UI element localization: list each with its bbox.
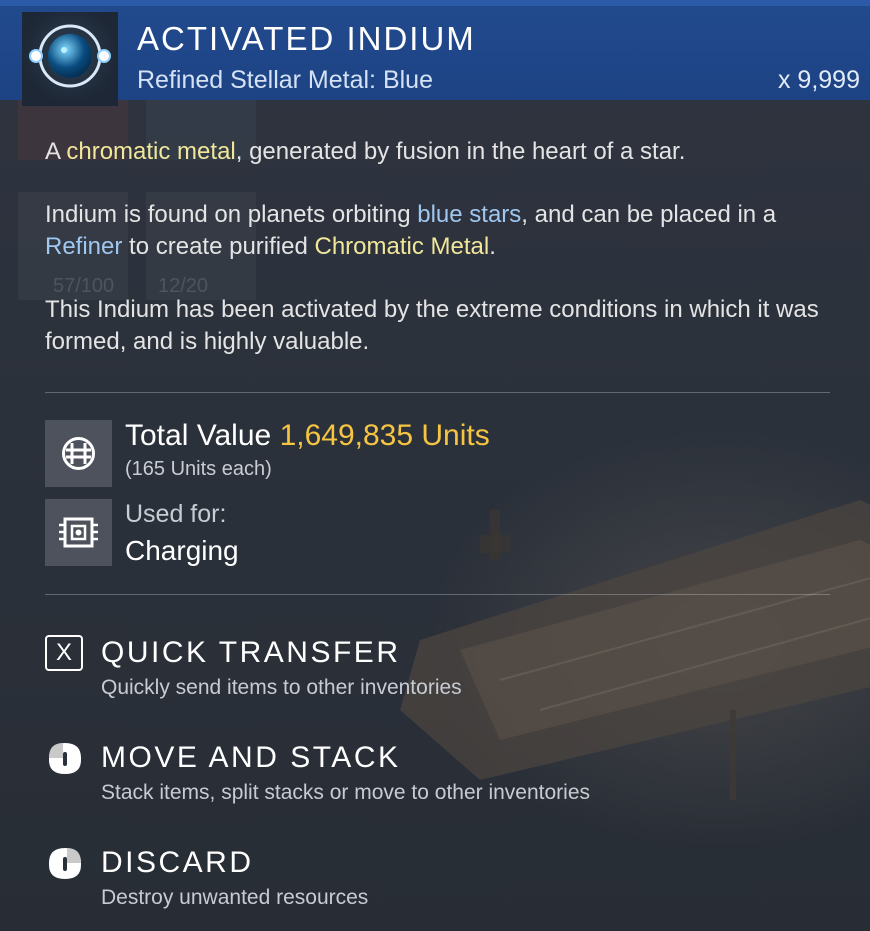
used-for-label: Used for: xyxy=(125,500,227,528)
description-line-3: This Indium has been activated by the ex… xyxy=(45,296,819,355)
right-mouse-icon xyxy=(49,848,81,879)
total-value: Total Value 1,649,835 Units xyxy=(125,419,490,452)
keyword-chromatic-metal: chromatic metal xyxy=(66,138,236,165)
discard-action[interactable]: DISCARD xyxy=(101,846,254,880)
divider-bottom xyxy=(45,594,830,595)
item-tooltip: ACTIVATED INDIUM Refined Stellar Metal: … xyxy=(0,0,870,931)
description-line-1: A chromatic metal, generated by fusion i… xyxy=(45,138,686,165)
item-name: ACTIVATED INDIUM xyxy=(137,20,476,57)
used-for-icon xyxy=(45,499,112,566)
units-each: (165 Units each) xyxy=(125,458,272,480)
item-header: ACTIVATED INDIUM Refined Stellar Metal: … xyxy=(0,0,870,106)
units-icon xyxy=(45,420,112,487)
quick-transfer-desc: Quickly send items to other inventories xyxy=(101,676,462,699)
used-for-value: Charging xyxy=(125,535,239,566)
quick-transfer-action[interactable]: QUICK TRANSFER xyxy=(101,636,400,670)
activated-indium-orb-icon xyxy=(22,12,118,106)
item-subtitle: Refined Stellar Metal: Blue xyxy=(137,66,433,94)
move-and-stack-desc: Stack items, split stacks or move to oth… xyxy=(101,781,591,804)
x-key-icon: X xyxy=(45,635,83,671)
divider-top xyxy=(45,392,830,393)
description-line-2: Indium is found on planets orbiting blue… xyxy=(45,201,777,260)
keyword-chromatic-metal-2: Chromatic Metal xyxy=(314,233,490,260)
discard-desc: Destroy unwanted resources xyxy=(101,886,369,909)
keyword-refiner: Refiner xyxy=(45,233,123,260)
item-quantity: x 9,999 xyxy=(777,66,860,94)
total-value-amount: 1,649,835 Units xyxy=(279,419,490,452)
keyword-blue-stars: blue stars xyxy=(417,201,522,228)
move-and-stack-action[interactable]: MOVE AND STACK xyxy=(101,741,401,775)
left-mouse-icon xyxy=(49,743,81,774)
